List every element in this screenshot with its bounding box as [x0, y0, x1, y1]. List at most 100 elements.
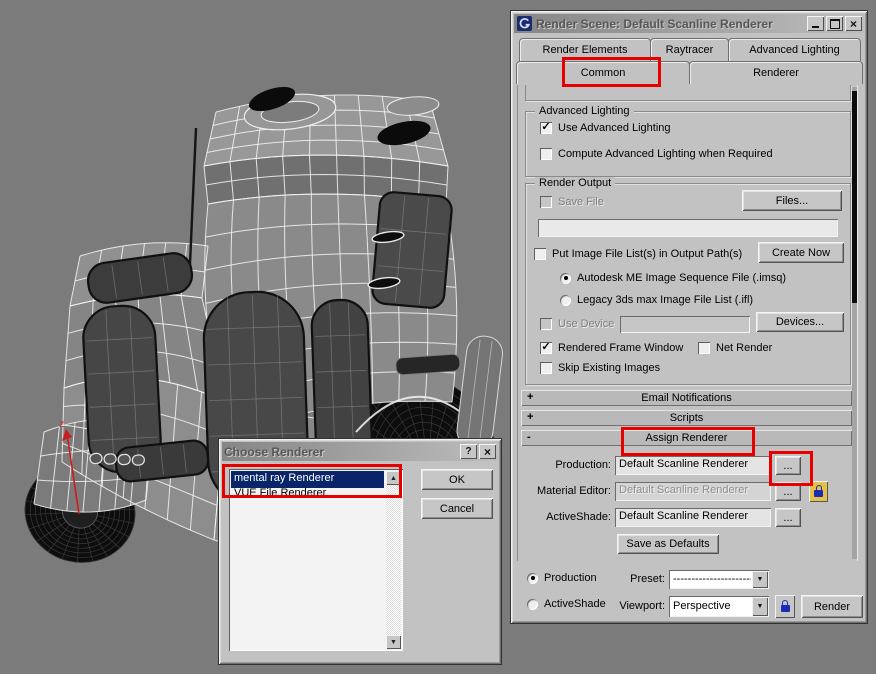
use-device-checkbox[interactable]: Use Device — [540, 318, 614, 330]
radio-label: Legacy 3ds max Image File List (.ifl) — [577, 294, 753, 306]
create-now-button[interactable]: Create Now — [758, 242, 844, 263]
stage: z Render Scene: Default Scanline Rendere… — [0, 0, 876, 674]
net-render-checkbox[interactable]: Net Render — [698, 342, 772, 354]
checkbox-box: ✓ — [540, 122, 552, 134]
tab-advanced-lighting[interactable]: Advanced Lighting — [728, 38, 861, 61]
checkbox-label: Skip Existing Images — [558, 362, 660, 374]
viewport-lock-button[interactable] — [775, 595, 795, 618]
render-button[interactable]: Render — [801, 595, 863, 618]
list-scrollbar[interactable]: ▲ ▼ — [386, 471, 401, 649]
rollout-state-icon: + — [527, 391, 533, 403]
checkbox-label: Put Image File List(s) in Output Path(s) — [552, 248, 742, 260]
production-label: Production: — [519, 459, 611, 471]
partial-groupbox — [525, 85, 851, 101]
viewport-label: Viewport: — [573, 600, 665, 612]
imsq-radio[interactable]: Autodesk ME Image Sequence File (.imsq) — [560, 272, 786, 284]
tab-common[interactable]: Common — [516, 61, 690, 84]
rollout-scripts[interactable]: + Scripts — [521, 410, 852, 426]
rendered-frame-window-checkbox[interactable]: ✓ Rendered Frame Window — [540, 342, 683, 354]
radio-circle — [560, 273, 571, 284]
lock-icon — [814, 490, 823, 497]
rollout-title: Email Notifications — [641, 392, 731, 404]
save-as-defaults-button[interactable]: Save as Defaults — [617, 534, 719, 554]
radio-label: Autodesk ME Image Sequence File (.imsq) — [577, 272, 786, 284]
checkbox-box — [540, 362, 552, 374]
render-scene-title: Render Scene: Default Scanline Renderer — [536, 17, 805, 31]
minimize-button[interactable] — [807, 16, 824, 31]
close-button[interactable]: × — [845, 16, 862, 31]
compute-advanced-lighting-checkbox[interactable]: Compute Advanced Lighting when Required — [540, 148, 773, 160]
renderer-list[interactable]: mental ray Renderer VUE File Renderer ▲ … — [229, 469, 403, 651]
scroll-down-icon[interactable]: ▼ — [386, 635, 401, 649]
checkbox-box — [698, 342, 710, 354]
group-title: Render Output — [535, 177, 615, 189]
tab-render-elements[interactable]: Render Elements — [519, 38, 651, 61]
choose-renderer-titlebar[interactable]: Choose Renderer ? × — [222, 442, 498, 461]
render-output-group: Render Output Save File Files... Put Ima… — [525, 183, 851, 385]
device-field[interactable] — [620, 316, 750, 333]
lock-icon — [781, 605, 790, 612]
rollout-state-icon: + — [527, 411, 533, 423]
output-path-field[interactable] — [538, 219, 838, 237]
activeshade-browse-button[interactable]: ... — [775, 508, 801, 527]
rollout-title: Assign Renderer — [646, 432, 728, 444]
checkbox-label: Use Advanced Lighting — [558, 122, 671, 134]
axis-label: z — [59, 419, 64, 430]
tab-raytracer[interactable]: Raytracer — [650, 38, 729, 61]
radio-circle — [527, 599, 538, 610]
close-button[interactable]: × — [479, 444, 496, 459]
rollout-state-icon: - — [527, 431, 531, 443]
group-title: Advanced Lighting — [535, 105, 634, 117]
cancel-button[interactable]: Cancel — [421, 498, 493, 519]
scroll-up-icon[interactable]: ▲ — [386, 471, 401, 485]
skip-existing-checkbox[interactable]: Skip Existing Images — [540, 362, 660, 374]
ifl-radio[interactable]: Legacy 3ds max Image File List (.ifl) — [560, 294, 753, 306]
save-file-checkbox[interactable]: Save File — [540, 196, 604, 208]
checkbox-box — [534, 248, 546, 260]
activeshade-renderer-field: Default Scanline Renderer — [615, 508, 771, 527]
preset-dropdown[interactable]: ------------------------ ▼ — [669, 570, 769, 589]
list-item-vue-file[interactable]: VUE File Renderer — [231, 486, 384, 503]
rollout-title: Scripts — [670, 412, 704, 424]
viewport-dropdown[interactable]: Perspective ▼ — [669, 596, 769, 617]
help-button[interactable]: ? — [460, 444, 477, 459]
production-browse-button[interactable]: ... — [775, 456, 801, 475]
material-editor-browse-button[interactable]: ... — [775, 482, 801, 501]
advanced-lighting-group: Advanced Lighting ✓ Use Advanced Lightin… — [525, 111, 851, 177]
checkbox-label: Save File — [558, 196, 604, 208]
choose-renderer-dialog: Choose Renderer ? × mental ray Renderer … — [218, 438, 502, 665]
minimize-icon — [812, 19, 819, 28]
checkbox-box — [540, 148, 552, 160]
panel-scrollbar-thumb[interactable] — [852, 91, 857, 303]
maximize-button[interactable] — [826, 16, 843, 31]
panel-scrollbar[interactable] — [852, 87, 857, 559]
rollout-assign-renderer[interactable]: - Assign Renderer — [521, 430, 852, 446]
render-scene-titlebar[interactable]: Render Scene: Default Scanline Renderer … — [514, 14, 864, 33]
checkbox-label: Rendered Frame Window — [558, 342, 683, 354]
material-lock-button[interactable] — [809, 481, 828, 502]
material-editor-label: Material Editor: — [519, 485, 611, 497]
material-editor-renderer-field: Default Scanline Renderer — [615, 482, 771, 501]
ok-button[interactable]: OK — [421, 469, 493, 490]
dropdown-arrow-icon[interactable]: ▼ — [752, 597, 768, 616]
checkbox-box — [540, 196, 552, 208]
checkbox-label: Net Render — [716, 342, 772, 354]
3dsmax-logo-icon — [517, 16, 532, 31]
tab-renderer[interactable]: Renderer — [689, 61, 863, 84]
files-button[interactable]: Files... — [742, 190, 842, 211]
activeshade-label: ActiveShade: — [519, 511, 611, 523]
render-scene-dialog: Render Scene: Default Scanline Renderer … — [510, 10, 868, 624]
dropdown-arrow-icon[interactable]: ▼ — [752, 571, 768, 588]
devices-button[interactable]: Devices... — [756, 312, 844, 332]
radio-circle — [527, 573, 538, 584]
rollout-email-notifications[interactable]: + Email Notifications — [521, 390, 852, 406]
checkbox-box: ✓ — [540, 342, 552, 354]
choose-renderer-title: Choose Renderer — [224, 445, 458, 459]
production-renderer-field: Default Scanline Renderer — [615, 456, 771, 475]
checkbox-label: Compute Advanced Lighting when Required — [558, 148, 773, 160]
use-advanced-lighting-checkbox[interactable]: ✓ Use Advanced Lighting — [540, 122, 671, 134]
maximize-icon — [830, 19, 840, 29]
put-image-list-checkbox[interactable]: Put Image File List(s) in Output Path(s) — [534, 248, 742, 260]
checkbox-box — [540, 318, 552, 330]
radio-circle — [560, 295, 571, 306]
